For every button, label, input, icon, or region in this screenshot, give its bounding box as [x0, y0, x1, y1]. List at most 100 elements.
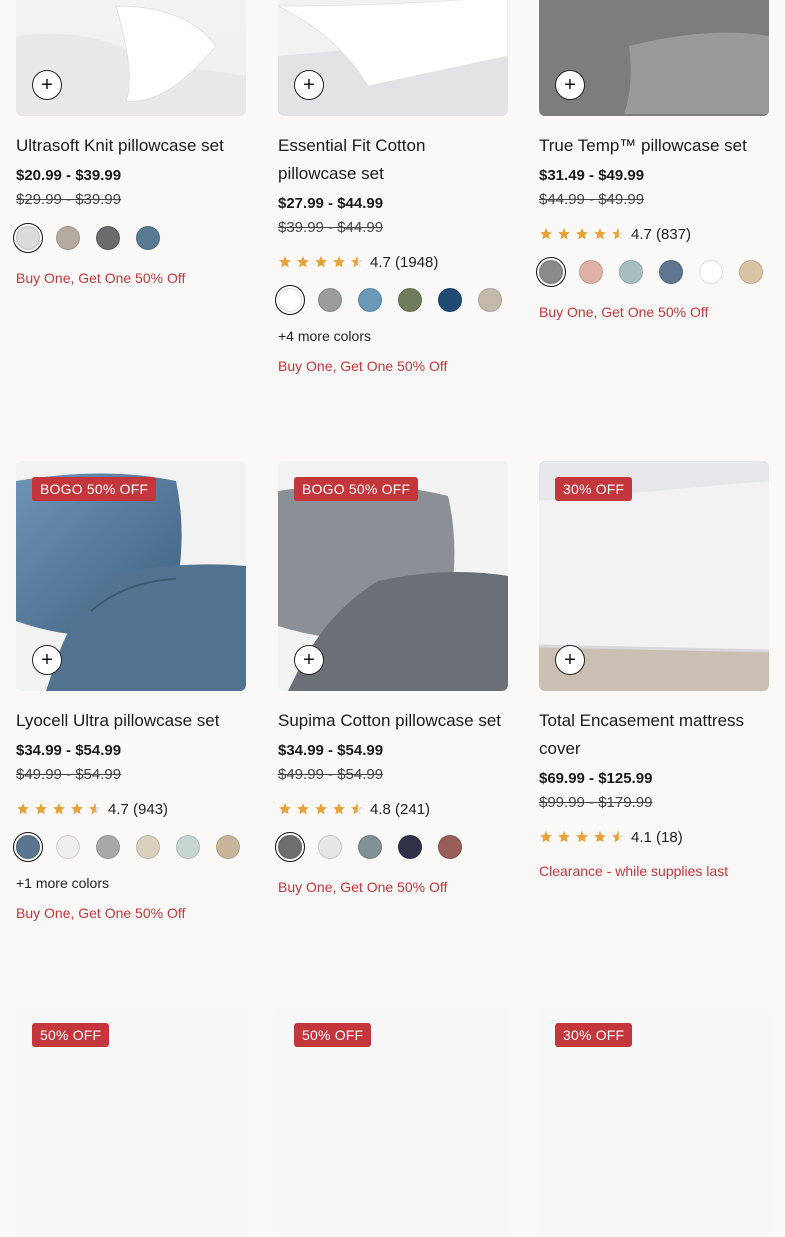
discount-badge: 50% OFF [32, 1023, 110, 1047]
star-icon [594, 228, 606, 240]
color-swatch[interactable] [56, 835, 80, 859]
product-title[interactable]: True Temp™ pillowcase set [539, 132, 769, 160]
product-card[interactable]: BOGO 50% OFF + Lyocell Ultra pillowcase … [13, 461, 246, 921]
add-to-cart-button[interactable]: + [555, 645, 585, 675]
product-card[interactable]: 50% OFF [278, 1007, 508, 1237]
color-swatch[interactable] [318, 288, 342, 312]
rating-value: 4.8 [370, 800, 391, 818]
product-title[interactable]: Ultrasoft Knit pillowcase set [16, 132, 246, 160]
star-icon [315, 256, 327, 268]
color-swatch[interactable] [619, 260, 643, 284]
review-count[interactable]: (837) [656, 226, 691, 243]
product-price: $20.99 - $39.99 [16, 167, 122, 184]
rating-value: 4.7 [108, 800, 129, 818]
discount-badge: 30% OFF [555, 477, 633, 501]
more-colors-link[interactable]: +4 more colors [278, 328, 508, 344]
review-count[interactable]: (241) [395, 801, 430, 818]
product-card[interactable]: 50% OFF [16, 1007, 246, 1237]
color-swatch[interactable] [478, 288, 502, 312]
color-swatches [13, 223, 246, 253]
product-card[interactable]: + True Temp™ pillowcase set $31.49 - $49… [536, 0, 769, 320]
color-swatch[interactable] [358, 288, 382, 312]
add-to-cart-button[interactable]: + [32, 70, 62, 100]
product-image[interactable]: + [278, 0, 508, 116]
color-swatch[interactable] [136, 226, 160, 250]
color-swatch[interactable] [216, 835, 240, 859]
star-icon [351, 803, 363, 815]
color-swatch[interactable] [275, 832, 305, 862]
star-icon [558, 228, 570, 240]
color-swatch[interactable] [438, 288, 462, 312]
review-count[interactable]: (18) [656, 829, 683, 846]
product-card[interactable]: BOGO 50% OFF + Supima Cotton pillowcase … [275, 461, 508, 895]
star-icon [612, 831, 624, 843]
product-title[interactable]: Supima Cotton pillowcase set [278, 707, 508, 735]
rating-stars [278, 255, 364, 269]
color-swatch[interactable] [136, 835, 160, 859]
star-icon [17, 803, 29, 815]
promo-text: Buy One, Get One 50% Off [278, 358, 448, 374]
product-image[interactable]: BOGO 50% OFF + [278, 461, 508, 691]
original-price: $39.99 - $44.99 [278, 219, 384, 236]
product-card[interactable]: 30% OFF + Total Encasement mattress cove… [539, 461, 769, 879]
star-icon [89, 803, 101, 815]
color-swatch[interactable] [13, 223, 43, 253]
product-title[interactable]: Essential Fit Cotton pillowcase set [278, 132, 508, 188]
rating: 4.1 (18) [539, 825, 769, 849]
color-swatches [275, 285, 508, 315]
color-swatch[interactable] [13, 832, 43, 862]
star-icon [540, 831, 552, 843]
star-icon [558, 831, 570, 843]
star-icon [315, 803, 327, 815]
color-swatch[interactable] [579, 260, 603, 284]
color-swatch[interactable] [536, 257, 566, 287]
color-swatch[interactable] [398, 288, 422, 312]
add-to-cart-button[interactable]: + [294, 645, 324, 675]
product-image[interactable]: 50% OFF [16, 1007, 246, 1237]
color-swatch[interactable] [275, 285, 305, 315]
product-title[interactable]: Total Encasement mattress cover [539, 707, 769, 763]
review-count[interactable]: (943) [133, 801, 168, 818]
product-image[interactable]: BOGO 50% OFF + [16, 461, 246, 691]
rating-stars [16, 802, 102, 816]
more-colors-link[interactable]: +1 more colors [16, 875, 246, 891]
add-to-cart-button[interactable]: + [32, 645, 62, 675]
color-swatch[interactable] [176, 835, 200, 859]
add-to-cart-button[interactable]: + [294, 70, 324, 100]
discount-badge: 30% OFF [555, 1023, 633, 1047]
product-image[interactable]: + [16, 0, 246, 116]
rating-value: 4.1 [631, 828, 652, 846]
product-image[interactable]: + [539, 0, 769, 116]
color-swatch[interactable] [318, 835, 342, 859]
rating: 4.8 (241) [278, 797, 508, 821]
rating-stars [539, 227, 625, 241]
color-swatch[interactable] [56, 226, 80, 250]
color-swatch[interactable] [659, 260, 683, 284]
product-image[interactable]: 30% OFF + [539, 461, 769, 691]
product-title[interactable]: Lyocell Ultra pillowcase set [16, 707, 246, 735]
color-swatch[interactable] [699, 260, 723, 284]
color-swatch[interactable] [739, 260, 763, 284]
color-swatch[interactable] [96, 835, 120, 859]
original-price: $99.99 - $179.99 [539, 794, 653, 811]
color-swatch[interactable] [438, 835, 462, 859]
star-icon [576, 831, 588, 843]
promo-text: Buy One, Get One 50% Off [278, 879, 448, 895]
review-count[interactable]: (1948) [395, 254, 438, 271]
product-card[interactable]: + Ultrasoft Knit pillowcase set $20.99 -… [13, 0, 246, 286]
original-price: $49.99 - $54.99 [16, 766, 122, 783]
star-icon [279, 803, 291, 815]
color-swatch[interactable] [96, 226, 120, 250]
product-card[interactable]: + Essential Fit Cotton pillowcase set $2… [275, 0, 508, 374]
star-icon [333, 803, 345, 815]
add-to-cart-button[interactable]: + [555, 70, 585, 100]
rating-value: 4.7 [370, 253, 391, 271]
color-swatch[interactable] [398, 835, 422, 859]
product-image[interactable]: 50% OFF [278, 1007, 508, 1237]
promo-text: Buy One, Get One 50% Off [16, 270, 186, 286]
product-card[interactable]: 30% OFF [539, 1007, 769, 1237]
product-price: $27.99 - $44.99 [278, 195, 384, 212]
star-icon [297, 256, 309, 268]
color-swatch[interactable] [358, 835, 382, 859]
product-image[interactable]: 30% OFF [539, 1007, 769, 1237]
